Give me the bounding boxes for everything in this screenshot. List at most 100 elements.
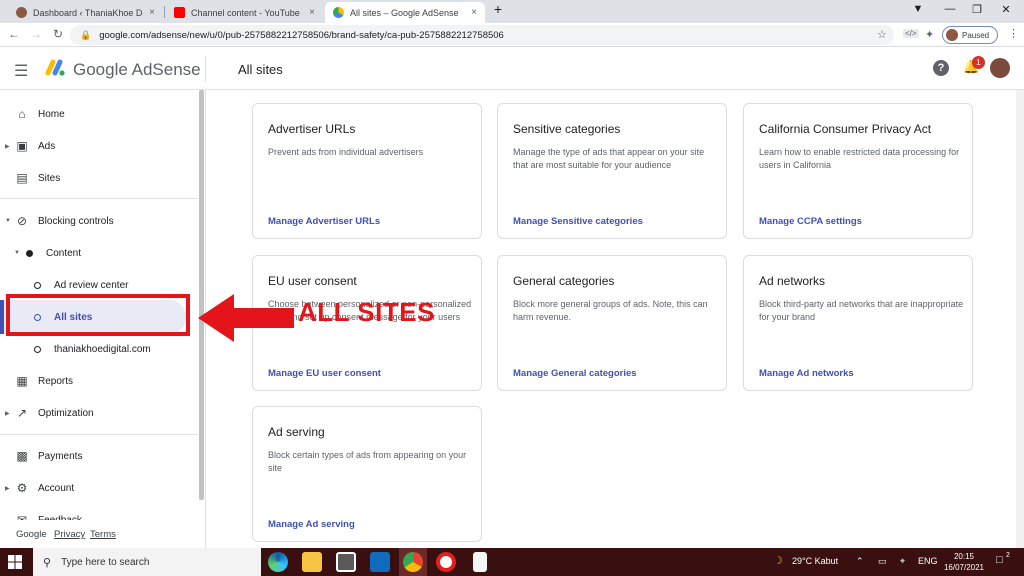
sidebar-footer: Google Privacy Terms [0,520,198,548]
mail-icon[interactable] [370,552,390,572]
help-icon[interactable]: ? [933,60,949,76]
minimize-window-icon[interactable]: — [940,3,960,15]
weather-text[interactable]: 29°C Kabut [792,556,838,566]
expand-arrow-icon[interactable]: ▶ [5,410,10,417]
opera-icon[interactable] [436,552,456,572]
youtube-favicon-icon [174,7,185,18]
notification-badge: 1 [972,56,985,69]
restore-window-icon[interactable]: ❐ [967,3,987,16]
collapse-arrow-icon[interactable]: ▼ [14,250,20,256]
sidebar-item-site-thaniakhoedigital[interactable]: thaniakhoedigital.com [0,335,198,363]
tab-title: All sites – Google AdSense [350,7,459,18]
profile-paused-button[interactable]: Paused [942,26,998,44]
card-title: General categories [513,274,615,288]
manage-ad-networks-link[interactable]: Manage Ad networks [759,368,854,379]
card-title: Sensitive categories [513,122,621,136]
annotation-highlight-box [6,294,190,336]
close-tab-icon[interactable]: × [309,7,315,18]
annotation-label: ALL SITES [298,297,435,327]
clock-date: 16/07/2021 [943,563,985,572]
bookmark-star-icon[interactable]: ☆ [877,28,887,41]
sidebar-item-ads[interactable]: ▶ ▣ Ads [0,132,198,160]
wifi-icon[interactable]: ⌖ [900,556,905,567]
browser-tab-strip: Dashboard ‹ ThaniaKhoe Digital M × Chann… [0,0,1024,23]
browser-tab-active[interactable]: All sites – Google AdSense × [325,2,485,23]
language-indicator[interactable]: ENG [918,556,938,566]
manage-advertiser-urls-link[interactable]: Manage Advertiser URLs [268,216,380,227]
sidebar-nav: ⌂ Home ▶ ▣ Ads ▤ Sites ▼ ⊘ Blocking cont… [0,90,206,548]
expand-arrow-icon[interactable]: ▶ [5,485,10,492]
manage-eu-user-consent-link[interactable]: Manage EU user consent [268,368,381,379]
profile-status-label: Paused [962,30,990,40]
sidebar-item-account[interactable]: ▶ ⚙ Account [0,474,198,502]
tab-search-icon[interactable]: ▼ [908,3,928,15]
sidebar-item-content[interactable]: ▼ Content [0,239,198,267]
windows-taskbar: ⚲ Type here to search ☽ 29°C Kabut ⌃ ▭ ⌖… [0,548,1024,576]
browser-tab[interactable]: Dashboard ‹ ThaniaKhoe Digital M × [8,2,163,23]
sidebar-item-label: Payments [38,450,83,462]
tab-title: Channel content - YouTube Studio [191,7,303,18]
sidebar-divider [0,198,198,199]
sidebar-item-reports[interactable]: ▦ Reports [0,367,198,395]
extension-icon[interactable]: </> [903,29,919,38]
card-title: California Consumer Privacy Act [759,122,932,136]
sidebar-item-sites[interactable]: ▤ Sites [0,164,198,192]
more-menu-icon[interactable]: ⋮ [1008,27,1019,40]
payments-icon: ▩ [16,449,28,463]
card-title: Ad serving [268,425,325,439]
microsoft-store-icon[interactable] [336,552,356,572]
notepad-icon[interactable] [473,552,487,572]
clock-time: 20:15 [953,552,975,561]
manage-sensitive-categories-link[interactable]: Manage Sensitive categories [513,216,643,227]
manage-ccpa-settings-link[interactable]: Manage CCPA settings [759,216,862,227]
reload-icon[interactable]: ↻ [50,27,66,41]
browser-toolbar: ← → ↻ 🔒 google.com/adsense/new/u/0/pub-2… [0,23,1024,47]
battery-icon[interactable]: ▭ [878,556,887,567]
address-bar[interactable]: 🔒 google.com/adsense/new/u/0/pub-2575882… [70,25,894,45]
privacy-link[interactable]: Privacy [54,529,85,540]
windows-start-icon[interactable] [8,555,22,569]
sidebar-item-label: Account [38,482,75,494]
card-title: Advertiser URLs [268,122,356,136]
edge-browser-icon[interactable] [268,552,288,572]
browser-tab[interactable]: Channel content - YouTube Studio × [166,2,323,23]
weather-moon-icon: ☽ [773,555,783,567]
sidebar-item-label: Ads [38,140,56,152]
taskbar-clock[interactable]: 20:15 16/07/2021 [942,551,986,573]
back-arrow-icon[interactable]: ← [6,27,22,41]
file-explorer-icon[interactable] [302,552,322,572]
tab-title: Dashboard ‹ ThaniaKhoe Digital M [33,7,143,18]
card-description: Block more general groups of ads. Note, … [513,299,708,322]
new-tab-button[interactable]: + [488,1,508,17]
tab-separator [164,6,165,18]
collapse-arrow-icon[interactable]: ▼ [5,218,11,224]
terms-link[interactable]: Terms [90,529,116,540]
url-text: google.com/adsense/new/u/0/pub-257588221… [99,29,504,41]
reports-icon: ▦ [16,374,28,388]
chevron-up-icon[interactable]: ⌃ [856,556,864,567]
close-window-icon[interactable]: ✕ [996,3,1016,16]
hamburger-menu-icon[interactable]: ☰ [14,61,28,81]
forward-arrow-icon[interactable]: → [28,27,44,41]
circle-bullet-icon [34,281,41,289]
close-tab-icon[interactable]: × [149,7,155,18]
sidebar-item-home[interactable]: ⌂ Home [0,100,198,128]
sidebar-item-optimization[interactable]: ▶ ↗ Optimization [0,399,198,427]
taskbar-search-box[interactable]: ⚲ Type here to search [33,548,261,576]
wordpress-favicon-icon [16,7,27,18]
manage-ad-serving-link[interactable]: Manage Ad serving [268,519,355,530]
card-title: EU user consent [268,274,357,288]
account-avatar[interactable] [990,58,1010,78]
expand-arrow-icon[interactable]: ▶ [5,143,10,150]
ads-icon: ▣ [16,139,28,153]
puzzle-extensions-icon[interactable]: ✦ [925,28,934,41]
action-center-icon[interactable]: □ [996,554,1003,566]
sidebar-item-payments[interactable]: ▩ Payments [0,442,198,470]
sidebar-item-label: Ad review center [54,279,129,291]
close-tab-icon[interactable]: × [471,7,477,18]
manage-general-categories-link[interactable]: Manage General categories [513,368,637,379]
main-scrollbar[interactable] [1016,90,1024,548]
sidebar-item-blocking-controls[interactable]: ▼ ⊘ Blocking controls [0,207,198,235]
chrome-icon[interactable] [403,552,423,572]
card-sensitive-categories: Sensitive categories Manage the type of … [497,103,727,239]
